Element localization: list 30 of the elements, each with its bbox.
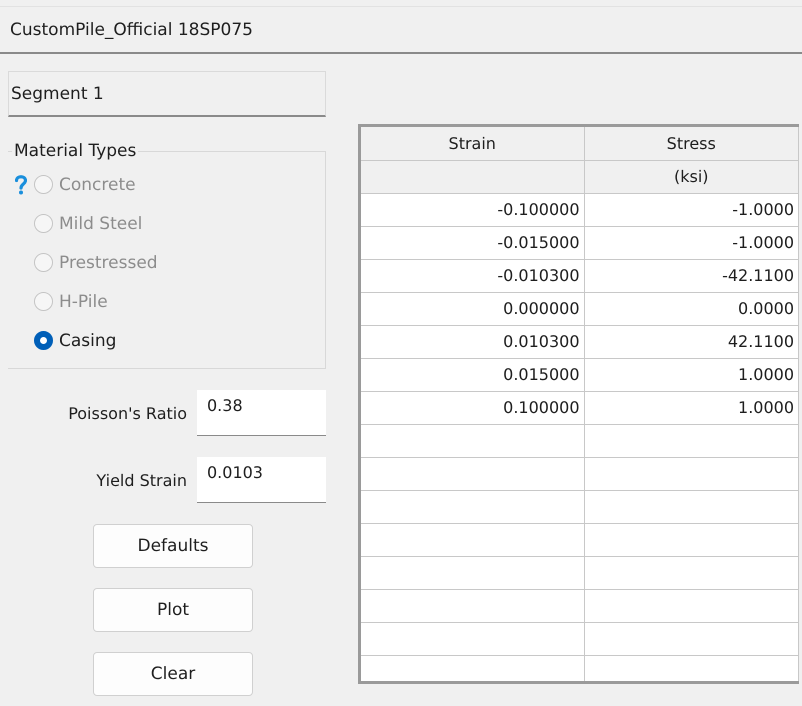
table-cell[interactable]: -1.0000 [584, 226, 798, 259]
segment-tab[interactable]: Segment 1 [8, 71, 326, 117]
radio-button[interactable] [34, 331, 53, 350]
input-field[interactable]: 0.38 [197, 390, 326, 436]
unit-header: (ksi) [584, 160, 798, 193]
field-label: Yield Strain [96, 470, 187, 490]
column-header: Stress [584, 127, 798, 160]
table-cell[interactable]: -0.100000 [361, 193, 584, 226]
help-icon[interactable] [15, 174, 27, 194]
table-cell[interactable]: -1.0000 [584, 193, 798, 226]
group-title: Material Types [13, 141, 138, 161]
table-cell[interactable]: 42.1100 [584, 325, 798, 358]
window-title: CustomPile_Official 18SP075 [10, 20, 253, 40]
table-cell[interactable]: 0.100000 [361, 391, 584, 424]
column-header: Strain [361, 127, 584, 160]
table-cell[interactable]: 1.0000 [584, 391, 798, 424]
table-cell[interactable]: 0.015000 [361, 358, 584, 391]
table-cell[interactable]: -42.1100 [584, 259, 798, 292]
table-cell[interactable]: 1.0000 [584, 358, 798, 391]
table-cell[interactable]: 0.000000 [361, 292, 584, 325]
action-button[interactable]: Defaults [93, 524, 253, 568]
field-label: Poisson's Ratio [68, 404, 187, 422]
action-button[interactable]: Clear [93, 652, 253, 696]
action-button[interactable]: Plot [93, 588, 253, 632]
table-cell[interactable]: 0.0000 [584, 292, 798, 325]
table-cell[interactable]: -0.015000 [361, 226, 584, 259]
table-cell[interactable]: 0.010300 [361, 325, 584, 358]
input-field[interactable]: 0.0103 [197, 457, 326, 503]
table-cell[interactable]: -0.010300 [361, 259, 584, 292]
radio-label[interactable]: Casing [59, 330, 116, 350]
